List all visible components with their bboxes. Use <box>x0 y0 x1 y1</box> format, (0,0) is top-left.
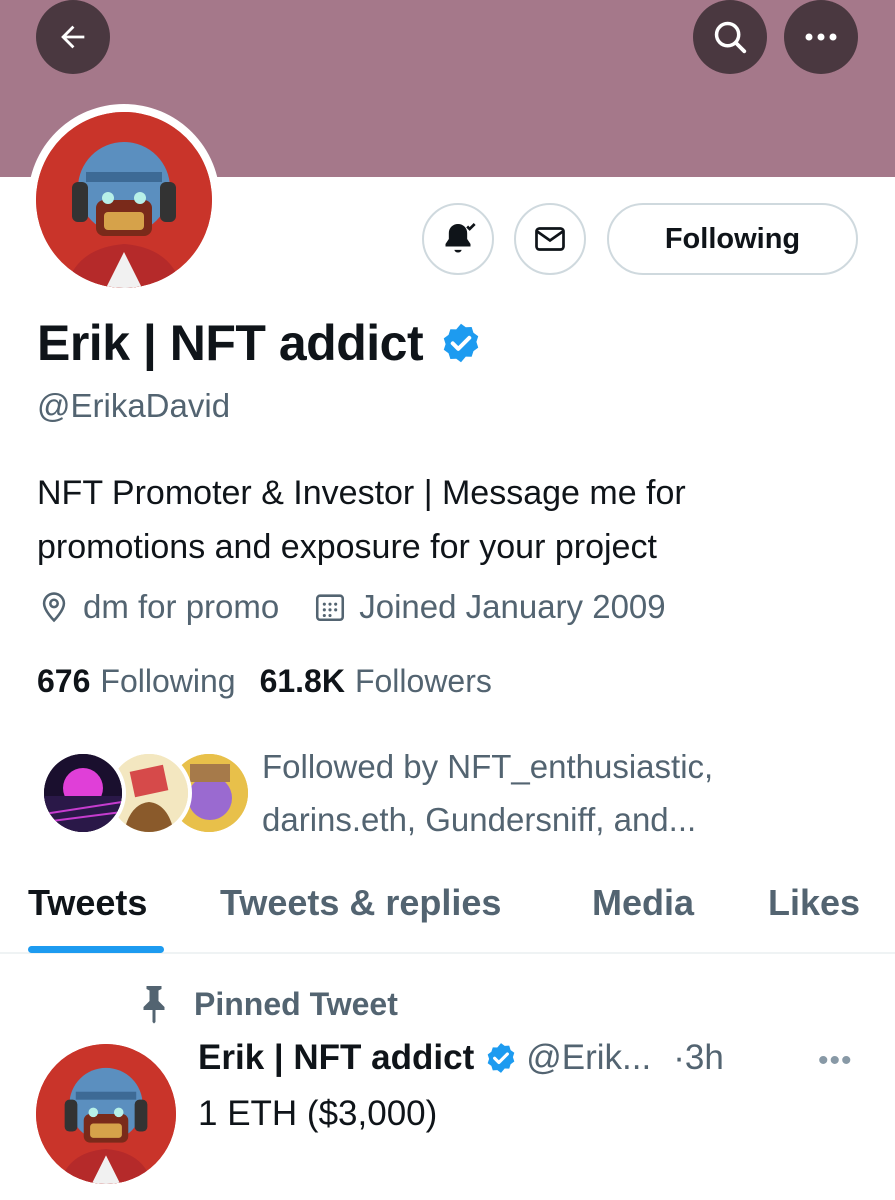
tweet-more-icon[interactable]: ••• <box>818 1044 853 1078</box>
active-tab-indicator <box>28 946 164 953</box>
profile-avatar[interactable] <box>28 104 220 296</box>
following-label[interactable]: Following <box>100 663 235 700</box>
back-button[interactable] <box>36 0 110 74</box>
notifications-button[interactable] <box>422 203 494 275</box>
profile-tabs: Tweets Tweets & replies Media Likes <box>0 870 895 954</box>
profile-name: Erik | NFT addict <box>37 315 424 371</box>
following-button[interactable]: Following <box>607 203 858 275</box>
tab-tweets-replies[interactable]: Tweets & replies <box>220 882 501 924</box>
calendar-icon <box>316 594 345 622</box>
tweet-timestamp[interactable]: ·3h <box>673 1038 724 1078</box>
tab-likes[interactable]: Likes <box>768 882 860 924</box>
pinned-tweet-label-row: Pinned Tweet <box>136 982 398 1026</box>
joined-text: Joined January 2009 <box>359 588 666 625</box>
profile-meta: dm for promo Joined January 2009 <box>37 588 700 626</box>
location-item: dm for promo <box>37 588 279 626</box>
avatar-image <box>36 112 212 288</box>
followers-count[interactable]: 61.8K <box>260 663 345 700</box>
followers-label[interactable]: Followers <box>355 663 492 700</box>
mail-icon <box>535 227 565 251</box>
follow-counts: 676 Following 61.8K Followers <box>37 663 516 700</box>
tweet-author-avatar[interactable] <box>36 1044 176 1184</box>
tweet-author-name[interactable]: Erik | NFT addict <box>198 1038 474 1078</box>
bell-check-icon <box>445 223 476 253</box>
tab-tweets[interactable]: Tweets <box>28 882 147 924</box>
tab-media[interactable]: Media <box>592 882 694 924</box>
profile-bio: NFT Promoter & Investor | Message me for… <box>37 474 686 566</box>
location-text: dm for promo <box>83 588 280 625</box>
following-count[interactable]: 676 <box>37 663 90 700</box>
tweet-author-handle[interactable]: @Erik... <box>526 1038 651 1078</box>
location-pin-icon <box>42 592 66 623</box>
arrow-left-icon <box>61 25 85 49</box>
search-icon <box>714 21 747 54</box>
pinned-tweet-label: Pinned Tweet <box>194 985 398 1022</box>
tweet-text: 1 ETH ($3,000) <box>198 1094 438 1133</box>
followed-by-text[interactable]: Followed by NFT_enthusiastic, darins.eth… <box>262 740 822 846</box>
mutual-avatar <box>40 750 126 836</box>
more-horizontal-icon <box>805 33 837 41</box>
joined-item: Joined January 2009 <box>313 588 666 626</box>
profile-handle: @ErikaDavid <box>37 387 231 424</box>
mutual-followers-avatars[interactable] <box>40 750 252 836</box>
verified-badge-icon <box>487 1043 515 1073</box>
profile-name-row: Erik | NFT addict <box>37 314 483 372</box>
search-button[interactable] <box>693 0 767 74</box>
pin-icon <box>143 986 165 1024</box>
verified-badge-icon[interactable] <box>439 321 483 365</box>
message-button[interactable] <box>514 203 586 275</box>
tweet-header: Erik | NFT addict @Erik... ·3h <box>198 1038 878 1078</box>
more-button[interactable] <box>784 0 858 74</box>
